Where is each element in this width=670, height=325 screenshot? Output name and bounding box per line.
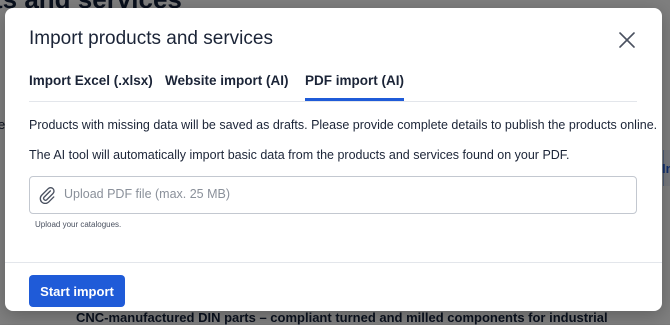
pdf-upload-field[interactable]: Upload PDF file (max. 25 MB) — [29, 176, 637, 214]
upload-helper-text: Upload your catalogues. — [35, 220, 122, 229]
upload-placeholder: Upload PDF file (max. 25 MB) — [64, 187, 231, 201]
tab-website-import[interactable]: Website import (AI) — [165, 73, 289, 101]
tab-pdf-import[interactable]: PDF import (AI) — [305, 73, 404, 101]
start-import-button[interactable]: Start import — [29, 275, 125, 307]
import-dialog: Import products and services Import Exce… — [5, 8, 662, 311]
drafts-notice: Products with missing data will be saved… — [29, 118, 658, 132]
footer-divider — [5, 262, 662, 263]
close-button[interactable] — [617, 30, 637, 50]
import-tabs: Import Excel (.xlsx) Website import (AI)… — [29, 70, 637, 102]
paperclip-icon — [39, 187, 55, 204]
close-icon — [619, 32, 635, 48]
ai-notice: The AI tool will automatically import ba… — [29, 148, 570, 162]
dialog-title: Import products and services — [29, 28, 273, 49]
tab-import-excel[interactable]: Import Excel (.xlsx) — [29, 73, 153, 101]
